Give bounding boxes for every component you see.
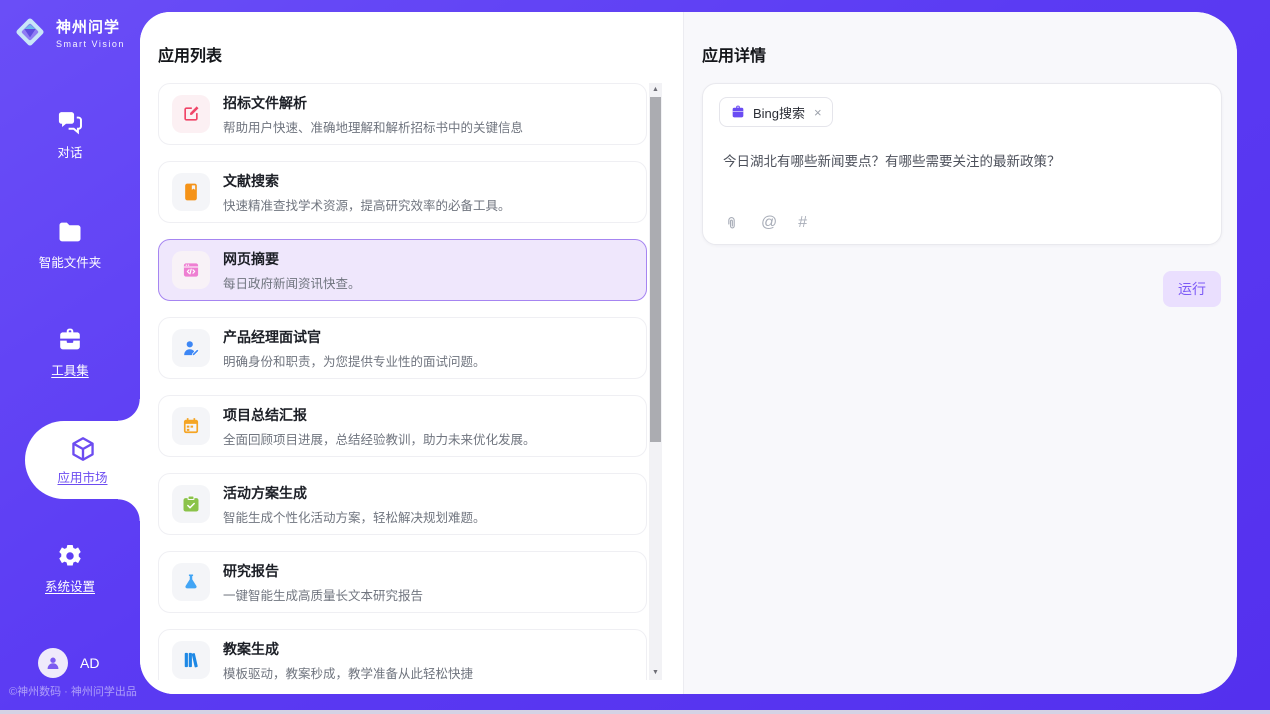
user-avatar-icon <box>38 648 68 678</box>
scrollbar-up-arrow[interactable]: ▲ <box>649 84 662 96</box>
sidebar-item-label: 智能文件夹 <box>39 252 102 271</box>
app-card-project-summary[interactable]: 项目总结汇报 全面回顾项目进展，总结经验教训，助力未来优化发展。 <box>158 395 647 457</box>
sidebar-item-label: 对话 <box>57 142 82 161</box>
sidebar-item-label: 系统设置 <box>45 576 95 595</box>
app-desc: 一键智能生成高质量长文本研究报告 <box>223 585 423 604</box>
scrollbar-track[interactable]: ▲ ▼ <box>649 83 662 680</box>
scrollbar-thumb[interactable] <box>650 97 661 442</box>
app-name: 项目总结汇报 <box>223 405 536 425</box>
sidebar-item-label: 应用市场 <box>57 467 107 486</box>
toolbox-icon <box>56 326 84 354</box>
app-desc: 模板驱动，教案秒成，教学准备从此轻松快捷 <box>223 663 473 681</box>
prompt-card[interactable]: Bing搜索 × 今日湖北有哪些新闻要点？有哪些需要关注的最新政策？ @ # <box>702 83 1222 245</box>
app-detail-panel: 应用详情 Bing搜索 × 今日湖北有哪些新闻要点？有哪些需要关注的最新政策？ <box>683 12 1237 694</box>
main-content: 应用列表 招标文件解析 帮助用户快速、准确地理解和解析招标书中的关键信息 <box>140 12 1237 694</box>
folder-icon <box>56 218 84 246</box>
at-icon[interactable]: @ <box>761 214 777 232</box>
app-desc: 帮助用户快速、准确地理解和解析招标书中的关键信息 <box>223 117 523 136</box>
sidebar-footer: ©神州数码 · 神州问学出品 <box>9 683 137 699</box>
clipboard-check-icon <box>172 485 210 523</box>
tool-chip-bing-search[interactable]: Bing搜索 × <box>719 97 833 127</box>
books-icon <box>172 641 210 679</box>
sidebar: 神州问学 Smart Vision 对话 智能文件夹 <box>0 0 140 714</box>
app-detail-title: 应用详情 <box>702 42 766 66</box>
gear-icon <box>56 542 84 570</box>
app-card-literature-search[interactable]: 文献搜索 快速精准查找学术资源，提高研究效率的必备工具。 <box>158 161 647 223</box>
user-account[interactable]: AD <box>38 648 99 678</box>
brand-name: 神州问学 <box>56 16 125 37</box>
app-name: 教案生成 <box>223 639 473 659</box>
hash-icon[interactable]: # <box>798 214 807 232</box>
sidebar-item-settings[interactable]: 系统设置 <box>0 542 140 595</box>
app-card-bid-analysis[interactable]: 招标文件解析 帮助用户快速、准确地理解和解析招标书中的关键信息 <box>158 83 647 145</box>
sidebar-item-toolset[interactable]: 工具集 <box>0 326 140 379</box>
run-button[interactable]: 运行 <box>1163 271 1221 307</box>
diamond-logo-icon <box>12 14 48 50</box>
flask-icon <box>172 563 210 601</box>
calendar-icon <box>172 407 210 445</box>
app-card-pm-interviewer[interactable]: 产品经理面试官 明确身份和职责，为您提供专业性的面试问题。 <box>158 317 647 379</box>
sidebar-item-label: 工具集 <box>51 360 89 379</box>
app-name: 活动方案生成 <box>223 483 486 503</box>
sidebar-item-chat[interactable]: 对话 <box>0 108 140 161</box>
briefcase-icon <box>730 104 746 120</box>
cube-icon <box>69 435 97 463</box>
app-desc: 快速精准查找学术资源，提高研究效率的必备工具。 <box>223 195 511 214</box>
window-bottom-edge <box>0 710 1270 714</box>
brand-logo: 神州问学 Smart Vision <box>12 14 125 50</box>
user-edit-icon <box>172 329 210 367</box>
edit-square-icon <box>172 95 210 133</box>
brand-subtitle: Smart Vision <box>56 39 125 49</box>
app-list-panel: 应用列表 招标文件解析 帮助用户快速、准确地理解和解析招标书中的关键信息 <box>140 12 683 694</box>
prompt-toolbar: @ # <box>723 214 807 232</box>
app-window: 神州问学 Smart Vision 对话 智能文件夹 <box>0 0 1270 714</box>
chat-icon <box>56 108 84 136</box>
prompt-input[interactable]: 今日湖北有哪些新闻要点？有哪些需要关注的最新政策？ <box>723 152 1201 172</box>
tool-chip-label: Bing搜索 <box>753 103 805 122</box>
app-card-research-report[interactable]: 研究报告 一键智能生成高质量长文本研究报告 <box>158 551 647 613</box>
app-desc: 全面回顾项目进展，总结经验教训，助力未来优化发展。 <box>223 429 536 448</box>
app-desc: 智能生成个性化活动方案，轻松解决规划难题。 <box>223 507 486 526</box>
app-card-lesson-plan[interactable]: 教案生成 模板驱动，教案秒成，教学准备从此轻松快捷 <box>158 629 647 680</box>
app-desc: 每日政府新闻资讯快查。 <box>223 273 361 292</box>
browser-code-icon <box>172 251 210 289</box>
scrollbar-down-arrow[interactable]: ▼ <box>649 667 662 679</box>
chip-close-icon[interactable]: × <box>814 105 822 120</box>
app-name: 网页摘要 <box>223 249 361 269</box>
app-card-activity-plan[interactable]: 活动方案生成 智能生成个性化活动方案，轻松解决规划难题。 <box>158 473 647 535</box>
sidebar-item-app-market[interactable]: 应用市场 <box>25 421 140 499</box>
app-desc: 明确身份和职责，为您提供专业性的面试问题。 <box>223 351 486 370</box>
app-name: 文献搜索 <box>223 171 511 191</box>
sidebar-item-smart-folder[interactable]: 智能文件夹 <box>0 218 140 271</box>
book-icon <box>172 173 210 211</box>
app-name: 研究报告 <box>223 561 423 581</box>
app-name: 产品经理面试官 <box>223 327 486 347</box>
app-list-title: 应用列表 <box>158 42 222 66</box>
app-name: 招标文件解析 <box>223 93 523 113</box>
app-list: 招标文件解析 帮助用户快速、准确地理解和解析招标书中的关键信息 文献搜索 快速精… <box>158 83 647 680</box>
app-card-web-summary[interactable]: 网页摘要 每日政府新闻资讯快查。 <box>158 239 647 301</box>
user-initials: AD <box>80 655 99 671</box>
paperclip-icon[interactable] <box>723 215 740 232</box>
